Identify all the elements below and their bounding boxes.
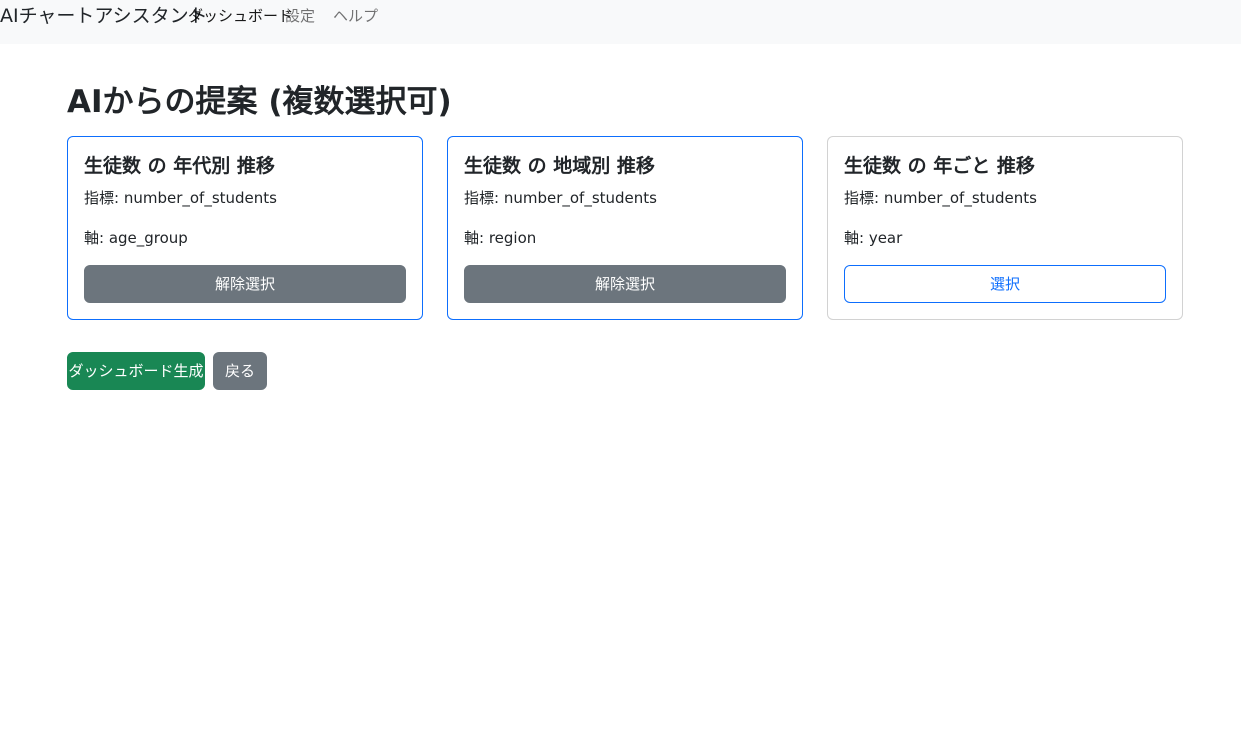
card-axis: 軸: year [844, 229, 903, 247]
card-metric: 指標: number_of_students [84, 189, 277, 207]
card-metric: 指標: number_of_students [844, 189, 1037, 207]
generate-dashboard-button[interactable]: ダッシュボード生成 [67, 352, 205, 390]
card-axis: 軸: age_group [84, 229, 188, 247]
deselect-button[interactable]: 解除選択 [464, 265, 786, 303]
navbar: AIチャートアシスタント ダッシュボード 設定 ヘルプ [0, 0, 1241, 44]
card-title: 生徒数 の 年ごと 推移 [844, 155, 1035, 177]
card-axis: 軸: region [464, 229, 537, 247]
deselect-button[interactable]: 解除選択 [84, 265, 406, 303]
back-button[interactable]: 戻る [213, 352, 267, 390]
card-metric: 指標: number_of_students [464, 189, 657, 207]
nav-link-dashboard[interactable]: ダッシュボード [188, 6, 293, 26]
select-button[interactable]: 選択 [844, 265, 1166, 303]
nav-link-help[interactable]: ヘルプ [333, 6, 378, 26]
nav-link-settings[interactable]: 設定 [285, 6, 315, 26]
page-title: AIからの提案 (複数選択可) [67, 84, 452, 120]
navbar-brand[interactable]: AIチャートアシスタント [0, 4, 208, 28]
card-title: 生徒数 の 年代別 推移 [84, 155, 275, 177]
suggestion-card-region: 生徒数 の 地域別 推移 指標: number_of_students 軸: r… [447, 136, 803, 320]
suggestion-card-age-group: 生徒数 の 年代別 推移 指標: number_of_students 軸: a… [67, 136, 423, 320]
suggestion-card-year: 生徒数 の 年ごと 推移 指標: number_of_students 軸: y… [827, 136, 1183, 320]
card-title: 生徒数 の 地域別 推移 [464, 155, 655, 177]
